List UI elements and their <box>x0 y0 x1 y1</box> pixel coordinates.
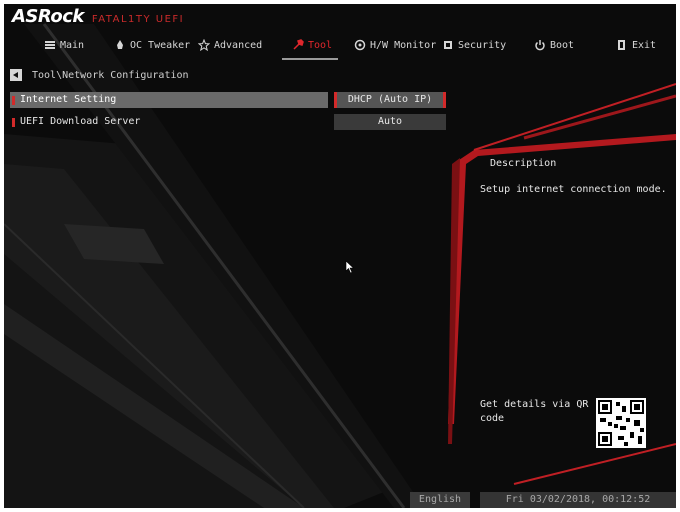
description-text: Setup internet connection mode. <box>480 184 667 195</box>
list-icon <box>45 41 55 49</box>
menu-hw-monitor-label: H/W Monitor <box>370 39 437 51</box>
back-arrow-icon[interactable] <box>10 69 22 81</box>
logo-sub: FATAL1TY UEFI <box>91 14 185 25</box>
logo-brand: ASRock <box>12 6 84 27</box>
menu-security[interactable]: Security <box>442 36 506 54</box>
datetime-display: Fri 03/02/2018, 00:12:52 <box>480 492 676 508</box>
setting-internet-setting[interactable]: Internet Setting DHCP (Auto IP) <box>10 92 446 108</box>
setting-label: UEFI Download Server <box>10 114 328 130</box>
menu-exit-label: Exit <box>632 39 657 51</box>
bios-screen: ASRock FATAL1TY UEFI Main OC Tweaker Adv… <box>4 4 676 508</box>
star-icon <box>198 39 210 51</box>
breadcrumb: Tool\Network Configuration <box>10 68 189 82</box>
power-icon <box>535 40 545 51</box>
mouse-cursor-icon <box>345 260 355 274</box>
menu-main[interactable]: Main <box>44 36 84 54</box>
menu-boot-label: Boot <box>550 39 575 51</box>
menu-tool[interactable]: Tool <box>281 36 339 60</box>
setting-value-dropdown[interactable]: Auto <box>334 114 446 130</box>
menu-exit[interactable]: Exit <box>616 36 656 54</box>
menu-security-label: Security <box>458 39 507 51</box>
menu-advanced[interactable]: Advanced <box>198 36 262 54</box>
menu-main-label: Main <box>60 39 85 51</box>
top-menu: Main OC Tweaker Advanced Tool H/W Monito… <box>4 32 676 60</box>
menu-oc-tweaker-label: OC Tweaker <box>130 39 191 51</box>
rocket-icon <box>117 40 123 49</box>
tool-icon <box>293 39 304 50</box>
menu-oc-tweaker[interactable]: OC Tweaker <box>114 36 190 54</box>
breadcrumb-path: Tool\Network Configuration <box>32 69 189 81</box>
menu-hw-monitor[interactable]: H/W Monitor <box>354 36 436 54</box>
exit-door-icon <box>618 40 625 50</box>
description-title: Description <box>490 158 557 169</box>
setting-label: Internet Setting <box>10 92 328 108</box>
menu-advanced-label: Advanced <box>214 39 263 51</box>
asrock-logo: ASRock FATAL1TY UEFI <box>12 6 184 30</box>
menu-boot[interactable]: Boot <box>534 36 574 54</box>
qr-code-icon <box>596 398 646 448</box>
shield-icon <box>444 41 452 49</box>
qr-caption: Get details via QR code <box>480 399 589 424</box>
language-button[interactable]: English <box>410 492 470 508</box>
menu-tool-label: Tool <box>308 39 333 51</box>
setting-value-dropdown[interactable]: DHCP (Auto IP) <box>334 92 446 108</box>
monitor-icon <box>354 39 366 51</box>
setting-uefi-download-server[interactable]: UEFI Download Server Auto <box>10 114 446 130</box>
